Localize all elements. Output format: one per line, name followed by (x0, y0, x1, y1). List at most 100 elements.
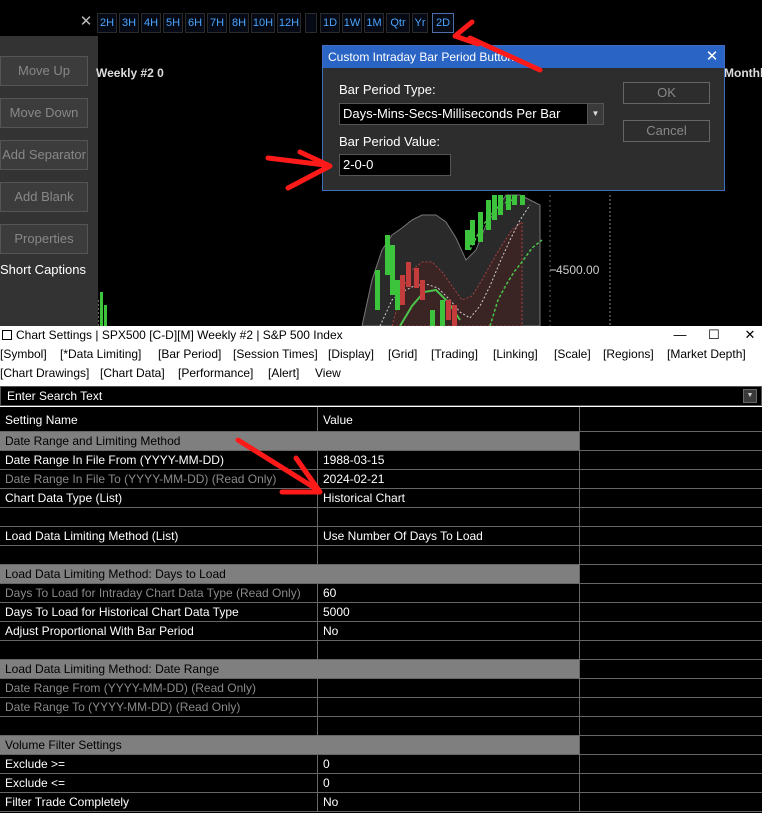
timeframe-button-yr[interactable]: Yr (412, 13, 428, 33)
timeframe-button-8h[interactable]: 8H (229, 13, 249, 33)
section-header-row: Date Range and Limiting Method (0, 432, 762, 451)
chevron-down-icon[interactable]: ▼ (743, 389, 757, 403)
empty-cell (580, 527, 762, 546)
table-row[interactable]: Chart Data Type (List) Historical Chart (0, 489, 762, 508)
timeframe-button-1d[interactable]: 1D (320, 13, 340, 33)
setting-value-cell[interactable]: No (318, 622, 580, 641)
setting-value-cell[interactable]: 0 (318, 774, 580, 793)
move-down-button[interactable]: Move Down (0, 98, 88, 128)
setting-value-cell[interactable]: 0 (318, 755, 580, 774)
table-row[interactable]: Date Range In File From (YYYY-MM-DD) 1988… (0, 451, 762, 470)
dialog-title: Custom Intraday Bar Period Button (328, 50, 515, 64)
tab-scale[interactable]: [Scale] (554, 347, 591, 361)
add-separator-button[interactable]: Add Separator (0, 140, 88, 170)
add-blank-button[interactable]: Add Blank (0, 182, 88, 212)
tab-regions[interactable]: [Regions] (603, 347, 654, 361)
section-header-row: Load Data Limiting Method: Days to Load (0, 565, 762, 584)
setting-value-cell[interactable]: Historical Chart (318, 489, 580, 508)
window-title: Chart Settings | SPX500 [C-D][M] Weekly … (16, 328, 343, 342)
timeframe-button-1m[interactable]: 1M (364, 13, 384, 33)
close-icon[interactable]: ✕ (78, 12, 94, 32)
tab-market-depth[interactable]: [Market Depth] (667, 347, 746, 361)
close-icon[interactable]: ✕ (740, 326, 760, 344)
timeframe-button-2h[interactable]: 2H (97, 13, 117, 33)
timeframe-button-2d[interactable]: 2D (432, 13, 454, 33)
move-up-button[interactable]: Move Up (0, 56, 88, 86)
settings-table: Setting Name Value Date Range and Limiti… (0, 407, 762, 813)
table-row[interactable]: Load Data Limiting Method (List) Use Numb… (0, 527, 762, 546)
minimize-icon[interactable]: — (670, 326, 690, 344)
chevron-down-icon[interactable]: ▼ (587, 104, 603, 124)
setting-value-cell[interactable]: 5000 (318, 603, 580, 622)
timeframe-button-7h[interactable]: 7H (207, 13, 227, 33)
timeframe-button-10h[interactable]: 10H (251, 13, 275, 33)
tab-chart-drawings[interactable]: [Chart Drawings] (0, 366, 89, 380)
period-value-label: Bar Period Value: (339, 134, 440, 149)
setting-value-cell[interactable]: Use Number Of Days To Load (318, 527, 580, 546)
blank-row (0, 717, 762, 736)
setting-name-cell: Date Range In File To (YYYY-MM-DD) (Read… (0, 470, 318, 489)
empty-cell (580, 755, 762, 774)
empty-cell (580, 698, 762, 717)
tab-data-limiting[interactable]: [*Data Limiting] (60, 347, 141, 361)
timeframe-button-1w[interactable]: 1W (342, 13, 362, 33)
setting-value-cell (318, 717, 580, 736)
tab-bar-period[interactable]: [Bar Period] (158, 347, 221, 361)
cancel-button[interactable]: Cancel (623, 120, 710, 142)
timeframe-button-3h[interactable]: 3H (119, 13, 139, 33)
tab-view[interactable]: View (315, 366, 341, 380)
table-row[interactable]: Exclude <= 0 (0, 774, 762, 793)
timeframe-button-12h[interactable]: 12H (277, 13, 301, 33)
table-row[interactable]: Filter Trade Completely No (0, 793, 762, 812)
timeframe-button-qtr[interactable]: Qtr (386, 13, 410, 33)
short-captions-checkbox-label[interactable]: Short Captions (0, 262, 98, 277)
period-type-label: Bar Period Type: (339, 82, 436, 97)
column-header-setting-name: Setting Name (0, 407, 318, 432)
setting-name-cell: Days To Load for Historical Chart Data T… (0, 603, 318, 622)
tab-grid[interactable]: [Grid] (388, 347, 417, 361)
tab-chart-data[interactable]: [Chart Data] (100, 366, 165, 380)
ok-button[interactable]: OK (623, 82, 710, 104)
properties-button[interactable]: Properties (0, 224, 88, 254)
table-row[interactable]: Exclude >= 0 (0, 755, 762, 774)
timeframe-button-6h[interactable]: 6H (185, 13, 205, 33)
table-row: Date Range In File To (YYYY-MM-DD) (Read… (0, 470, 762, 489)
empty-cell (580, 679, 762, 698)
timeframe-button-5h[interactable]: 5H (163, 13, 183, 33)
chart-area: ✕ 2H 3H 4H 5H 6H 7H 8H 10H 12H 1D 1W 1M … (0, 0, 762, 326)
close-icon[interactable]: ✕ (704, 46, 720, 68)
tab-performance[interactable]: [Performance] (178, 366, 253, 380)
setting-value-cell (318, 660, 580, 679)
settings-tab-menu: [Symbol] [*Data Limiting] [Bar Period] [… (0, 345, 762, 385)
empty-cell (580, 508, 762, 527)
period-value-input[interactable]: 2-0-0 (339, 154, 451, 176)
tab-display[interactable]: [Display] (328, 347, 374, 361)
setting-name-cell: Filter Trade Completely (0, 793, 318, 812)
table-row[interactable]: Adjust Proportional With Bar Period No (0, 622, 762, 641)
setting-name-cell: Date Range In File From (YYYY-MM-DD) (0, 451, 318, 470)
period-type-select[interactable]: Days-Mins-Secs-Milliseconds Per Bar ▼ (339, 103, 604, 125)
empty-cell (580, 622, 762, 641)
table-row[interactable]: Days To Load for Historical Chart Data T… (0, 603, 762, 622)
tab-trading[interactable]: [Trading] (431, 347, 478, 361)
section-title: Load Data Limiting Method: Days to Load (0, 565, 318, 584)
setting-value-cell[interactable]: 1988-03-15 (318, 451, 580, 470)
setting-value-cell[interactable]: No (318, 793, 580, 812)
section-header-row: Load Data Limiting Method: Date Range (0, 660, 762, 679)
tab-session-times[interactable]: [Session Times] (233, 347, 318, 361)
tab-alert[interactable]: [Alert] (268, 366, 299, 380)
setting-name-cell: Chart Data Type (List) (0, 489, 318, 508)
setting-value-cell (318, 736, 580, 755)
empty-cell (580, 546, 762, 565)
section-header-row: Volume Filter Settings (0, 736, 762, 755)
search-input[interactable]: Enter Search Text ▼ (0, 386, 762, 406)
tab-linking[interactable]: [Linking] (493, 347, 538, 361)
table-row: Date Range To (YYYY-MM-DD) (Read Only) (0, 698, 762, 717)
maximize-icon[interactable]: ☐ (704, 326, 724, 344)
tab-symbol[interactable]: [Symbol] (0, 347, 47, 361)
timeframe-button-4h[interactable]: 4H (141, 13, 161, 33)
empty-cell (580, 451, 762, 470)
setting-name-cell: Date Range From (YYYY-MM-DD) (Read Only) (0, 679, 318, 698)
setting-value-cell (318, 508, 580, 527)
empty-cell (580, 774, 762, 793)
